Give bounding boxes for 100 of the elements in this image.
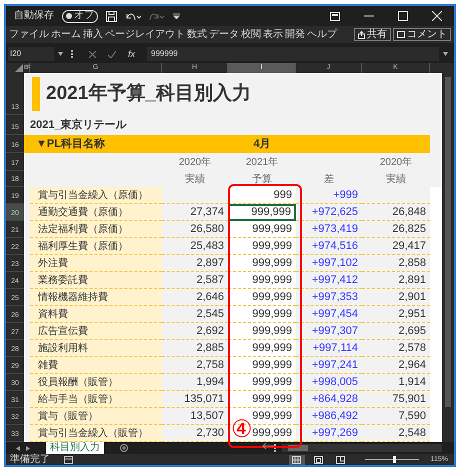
normal-view-button[interactable]: [288, 454, 305, 464]
view-icon: [314, 456, 324, 464]
share-button[interactable]: 共有: [354, 28, 391, 41]
table-cell: +997,114: [296, 340, 362, 357]
table-cell: 情報機器維持費: [30, 289, 162, 306]
table-cell: 2,758: [162, 357, 228, 374]
month-label: 4月: [252, 136, 272, 152]
column-header-text: 予算: [252, 172, 272, 186]
autosave-label: 自動保存: [14, 11, 54, 21]
table-cell[interactable]: 999,999: [228, 272, 296, 289]
insert-function-button[interactable]: fx: [128, 50, 136, 58]
table-cell[interactable]: 999,999: [228, 306, 296, 323]
ribbon-tab[interactable]: 挿入: [83, 30, 103, 40]
table-cell[interactable]: 999,999: [228, 204, 296, 221]
table-cell: 広告宣伝費: [30, 323, 162, 340]
table-cell: 2,897: [162, 255, 228, 272]
sheet-tab[interactable]: 科目別入力: [46, 442, 104, 454]
customize-caret-icon[interactable]: [173, 13, 180, 19]
status-text: 準備完了: [10, 454, 50, 464]
previous-sheet-icon[interactable]: [16, 446, 20, 450]
table-cell: +972,625: [296, 204, 362, 221]
close-icon[interactable]: [432, 11, 442, 21]
table-cell: 通勤交通費（原価）: [30, 204, 162, 221]
ribbon-tab[interactable]: 校閲: [241, 30, 261, 40]
ribbon-tab[interactable]: データ: [209, 30, 239, 40]
table-cell[interactable]: 999,999: [228, 357, 296, 374]
dropdown-caret-icon[interactable]: [58, 52, 63, 56]
table-cell: 役員報酬（販管）: [30, 374, 162, 391]
check-icon[interactable]: [108, 50, 116, 58]
table-cell[interactable]: 999,999: [228, 323, 296, 340]
ribbon-tab[interactable]: ホーム: [51, 30, 81, 40]
add-sheet-icon[interactable]: [120, 444, 128, 452]
table-cell: 施設利用料: [30, 340, 162, 357]
table-cell: [430, 425, 442, 442]
view-icon: [292, 456, 302, 464]
table-cell: 2,646: [162, 289, 228, 306]
table-cell: 賞与引当金繰入（原価）: [30, 187, 162, 204]
table-cell: 資料費: [30, 306, 162, 323]
macro-record-icon[interactable]: [64, 456, 73, 464]
table-cell: +986,492: [296, 408, 362, 425]
cancel-icon[interactable]: [89, 50, 96, 58]
table-cell: 業務委託費: [30, 272, 162, 289]
table-cell[interactable]: 999,999: [228, 238, 296, 255]
table-cell[interactable]: 999,999: [228, 255, 296, 272]
table-cell: +864,928: [296, 391, 362, 408]
table-cell: 法定福利費（原価）: [30, 221, 162, 238]
table-cell: +974,516: [296, 238, 362, 255]
table-cell: [430, 187, 442, 204]
table-cell: 雑費: [30, 357, 162, 374]
table-cell: +997,353: [296, 289, 362, 306]
table-cell: 賞与（販管）: [30, 408, 162, 425]
table-cell: +999: [296, 187, 362, 204]
comment-icon: [397, 31, 405, 38]
column-title: ▼PL科目名称: [35, 136, 106, 152]
undo-icon[interactable]: [125, 10, 141, 22]
ribbon-tab[interactable]: ページレイアウト: [105, 30, 185, 40]
share-icon: [358, 30, 365, 38]
table-cell: 2,545: [162, 306, 228, 323]
ribbon-tab[interactable]: 開発: [285, 30, 305, 40]
formula-field[interactable]: 999999: [147, 47, 439, 61]
table-cell: 外注費: [30, 255, 162, 272]
table-cell: 27,374: [162, 204, 228, 221]
title-accent-bar: [32, 77, 40, 111]
arrow-icon: [262, 443, 274, 449]
table-cell[interactable]: 999,999: [228, 391, 296, 408]
table-cell[interactable]: 999,999: [228, 221, 296, 238]
maximize-icon[interactable]: [398, 11, 408, 21]
table-cell: +997,241: [296, 357, 362, 374]
column-header-text: 実績: [185, 172, 205, 186]
ribbon-tab[interactable]: 表示: [263, 30, 283, 40]
table-cell: 賞与引当金繰入（販管）: [30, 425, 162, 442]
next-sheet-icon[interactable]: [26, 446, 30, 450]
table-cell: 1,994: [162, 374, 228, 391]
table-cell[interactable]: 999,999: [228, 289, 296, 306]
ribbon-tab[interactable]: ヘルプ: [307, 30, 337, 40]
table-cell: +998,005: [296, 374, 362, 391]
column-header-text: 2020年: [178, 156, 212, 170]
vertical-scrollbar[interactable]: [442, 73, 454, 442]
column-header-text: 実績: [386, 172, 406, 186]
column-header-text: 2020年: [380, 156, 412, 170]
table-cell[interactable]: 999,999: [228, 374, 296, 391]
expand-caret-icon[interactable]: [443, 52, 448, 56]
ribbon-tab[interactable]: 数式: [187, 30, 207, 40]
table-cell: +997,412: [296, 272, 362, 289]
ribbon-display-icon[interactable]: [330, 12, 340, 20]
comments-button[interactable]: コメント: [393, 28, 451, 41]
table-cell: 2,885: [162, 340, 228, 357]
name-box[interactable]: I20: [8, 47, 54, 61]
save-icon[interactable]: [106, 10, 117, 22]
horizontal-scrollbar[interactable]: [282, 444, 442, 452]
table-cell[interactable]: 999: [228, 187, 296, 204]
table-cell: 135,071: [162, 391, 228, 408]
autosave-toggle[interactable]: オフ: [62, 10, 98, 22]
sheet-title: 2021年予算_科目別入力: [46, 82, 251, 106]
table-cell: 福利厚生費（原価）: [30, 238, 162, 255]
table-cell[interactable]: 999,999: [228, 340, 296, 357]
table-cell: 2,587: [162, 272, 228, 289]
table-cell: 25,483: [162, 238, 228, 255]
zoom-slider-thumb[interactable]: [392, 456, 396, 463]
ribbon-tab[interactable]: ファイル: [9, 30, 49, 40]
